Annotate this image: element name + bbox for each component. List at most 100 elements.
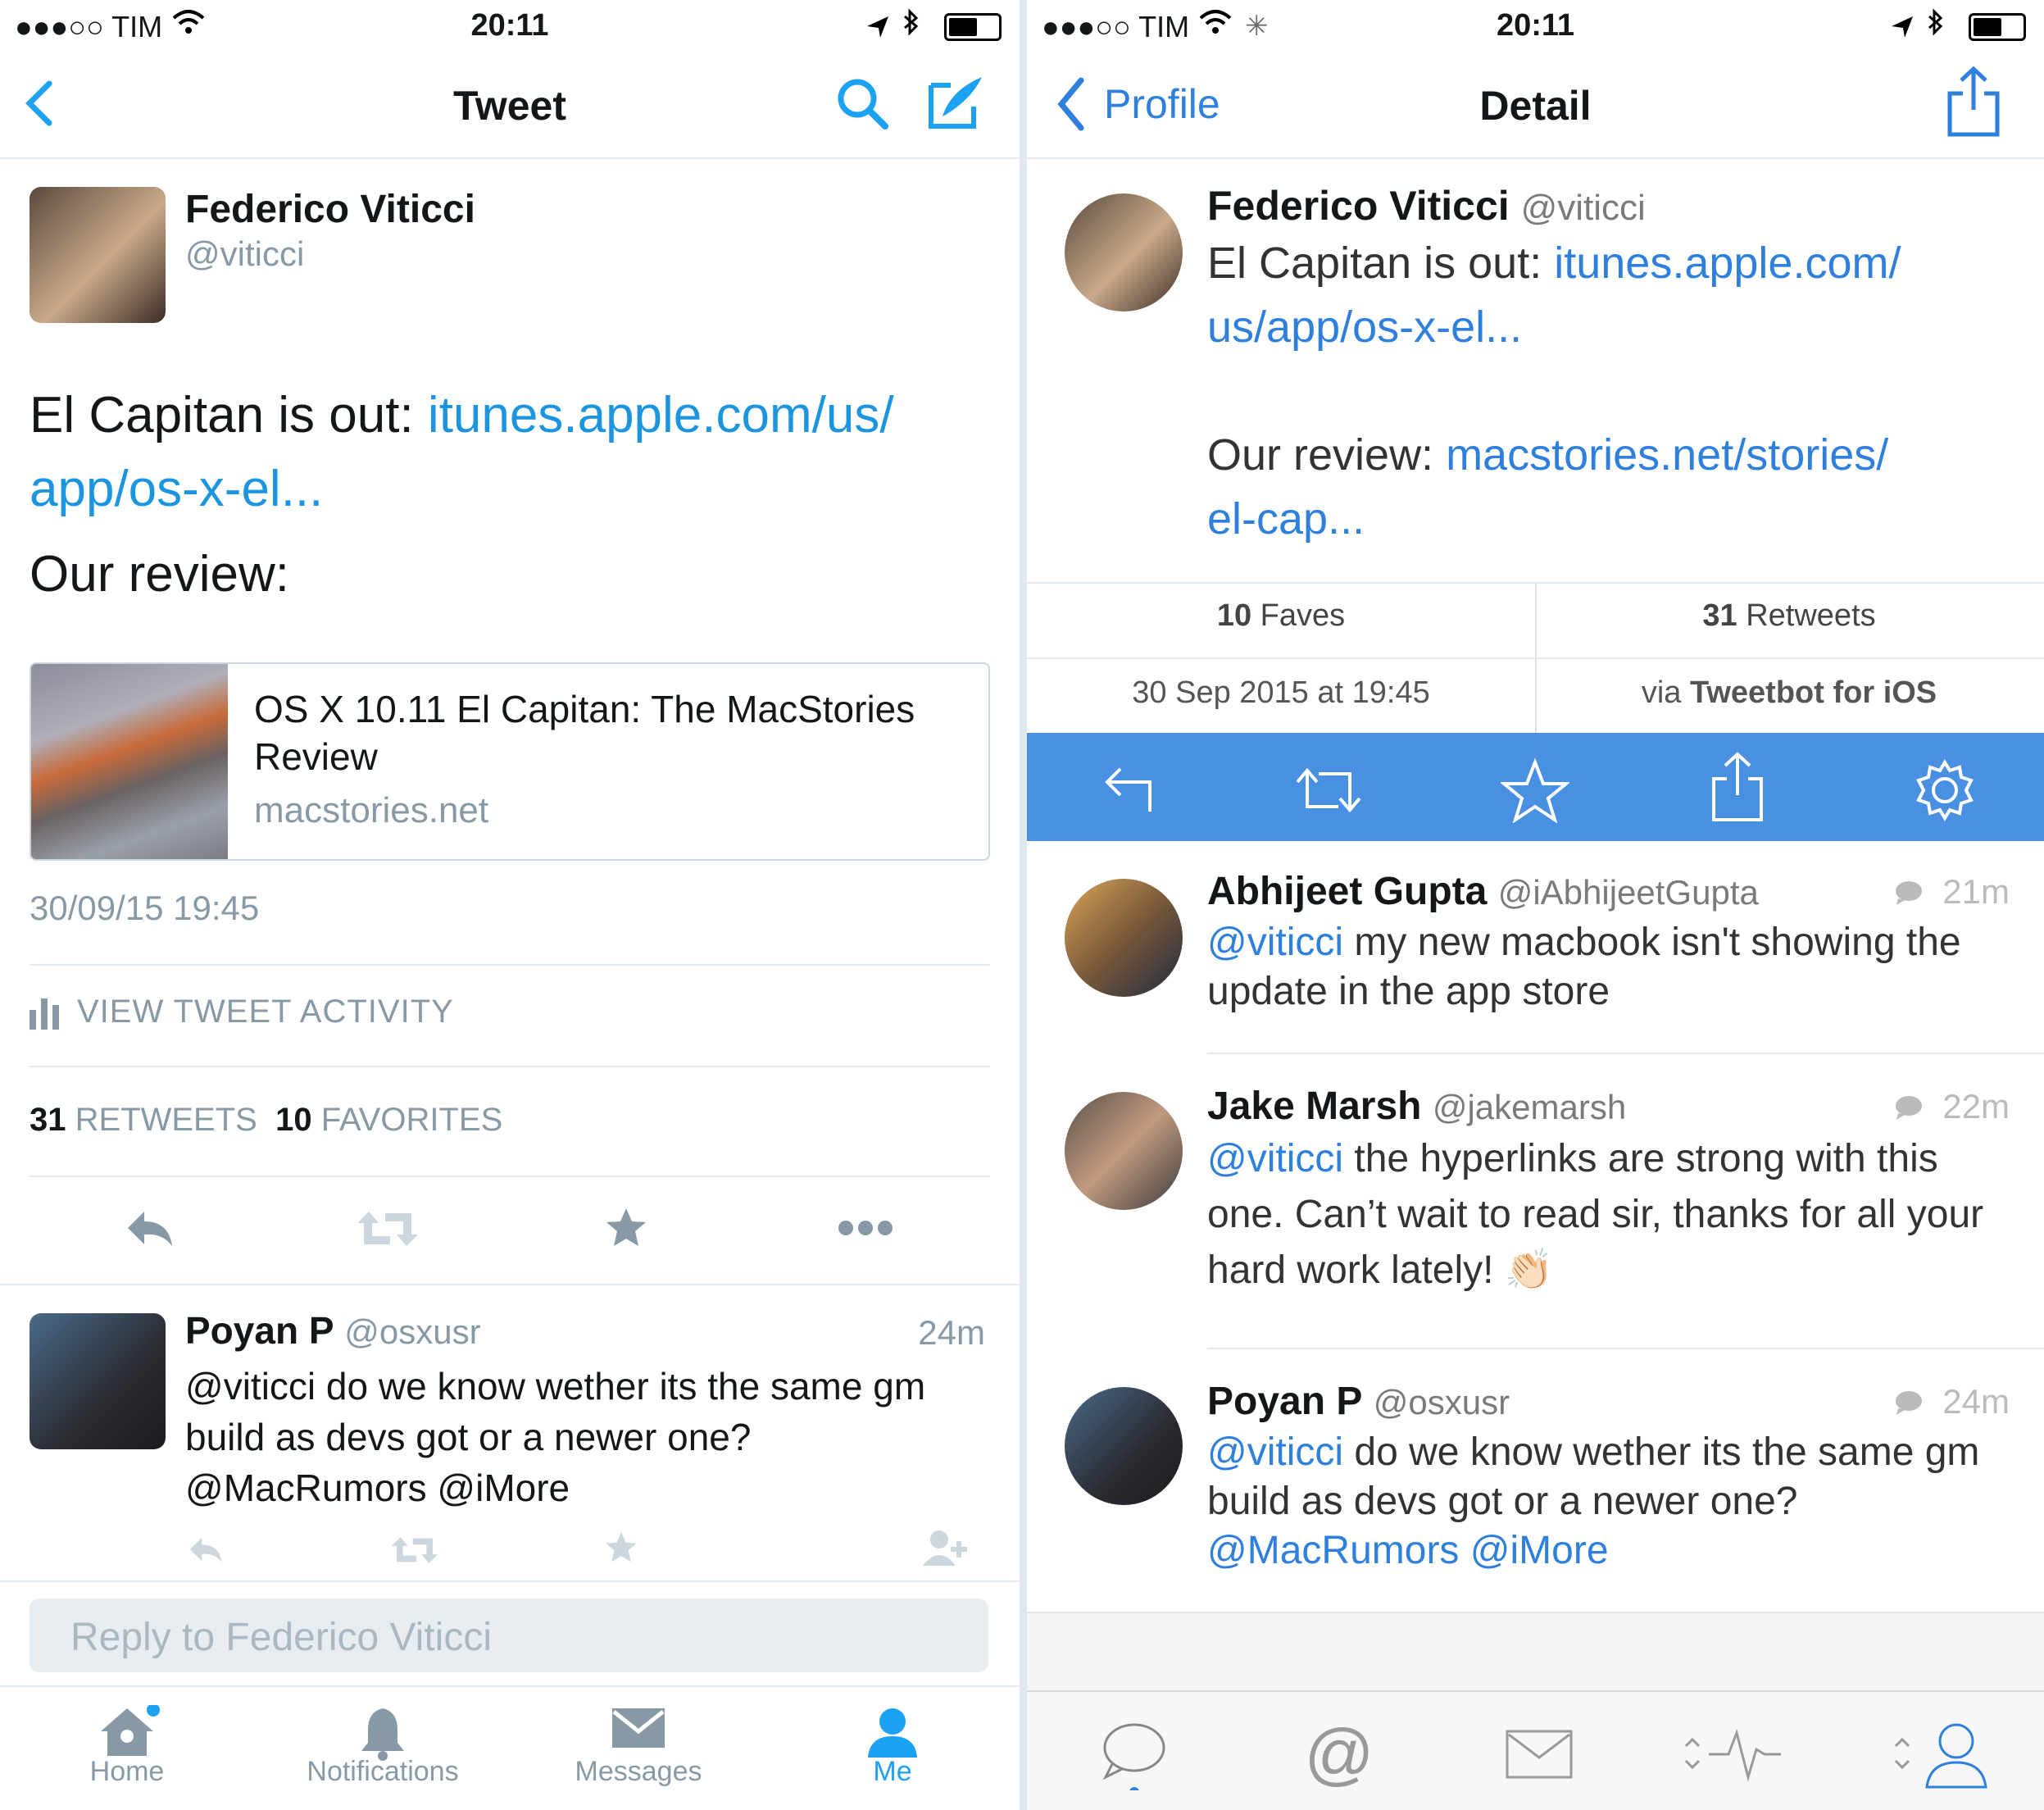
reply-author-name[interactable]: Abhijeet Gupta — [1207, 870, 1487, 913]
timeline-tab-icon[interactable] — [1097, 1717, 1171, 1797]
retweets-label[interactable]: RETWEETS — [75, 1102, 257, 1138]
reply-row[interactable]: Abhijeet Gupta @iAbhijeetGupta 21m @viti… — [1027, 841, 2044, 1054]
reply-avatar[interactable] — [1065, 1387, 1183, 1505]
reply-mention[interactable]: @viticci — [1207, 1430, 1343, 1474]
battery-icon — [1969, 13, 2026, 41]
favorites-count[interactable]: 10 — [275, 1102, 312, 1138]
share-icon[interactable] — [1709, 751, 1774, 821]
compose-icon[interactable] — [926, 74, 987, 135]
reply-time: 22m — [1942, 1087, 2010, 1126]
reply-author-handle[interactable]: @osxusr — [344, 1312, 480, 1351]
tweet-text-prefix: El Capitan is out: — [30, 387, 428, 443]
retweets-count[interactable]: 31 — [30, 1102, 66, 1138]
retweet-icon[interactable] — [1289, 757, 1361, 823]
tweet-text: El Capitan is out: itunes.apple.com/ us/… — [1207, 231, 2027, 551]
author-handle[interactable]: @viticci — [185, 234, 304, 274]
reply-header: Poyan P @osxusr — [185, 1308, 481, 1353]
tweet-link[interactable]: itunes.apple.com/ — [1554, 239, 1901, 288]
gear-icon[interactable] — [1912, 757, 1978, 823]
divider — [30, 1066, 990, 1067]
retweet-small-icon[interactable] — [392, 1535, 438, 1570]
author-name[interactable]: Federico Viticci — [185, 187, 475, 232]
search-icon[interactable] — [834, 75, 892, 137]
tweet-timestamp: 30/09/15 19:45 — [30, 889, 260, 927]
card-title: OS X 10.11 El Capitan: The MacStories Re… — [254, 688, 915, 778]
author-header: Federico Viticci @viticci — [1207, 182, 1646, 230]
reply-small-icon[interactable] — [187, 1533, 226, 1570]
profile-tab-icon[interactable] — [1889, 1717, 1996, 1790]
favorite-small-icon[interactable] — [603, 1530, 639, 1570]
reply-author-handle[interactable]: @osxusr — [1374, 1383, 1510, 1421]
reply-row[interactable]: Jake Marsh @jakemarsh 22m @viticci the h… — [1027, 1054, 2044, 1349]
reply-avatar[interactable] — [1065, 879, 1183, 997]
tweet-link-cont[interactable]: us/app/os-x-el... — [1207, 295, 2027, 359]
follow-icon[interactable] — [923, 1528, 972, 1571]
tweet-stats: 31 RETWEETS 10 FAVORITES — [30, 1102, 502, 1139]
share-icon[interactable] — [1945, 66, 2002, 143]
divider — [30, 964, 990, 966]
reply-author-name[interactable]: Poyan P — [185, 1309, 334, 1352]
view-tweet-activity-link[interactable]: VIEW TWEET ACTIVITY — [77, 994, 454, 1030]
location-bluetooth-icons — [864, 8, 929, 48]
reply-avatar[interactable] — [30, 1313, 166, 1449]
status-bar: ●●●○○ TIM ✳ 20:11 — [1027, 0, 2044, 51]
reply-author-name[interactable]: Jake Marsh — [1207, 1085, 1422, 1128]
via-prefix: via — [1641, 675, 1690, 710]
reply-mention[interactable]: @viticci — [1207, 1137, 1343, 1180]
tab-bar: Home Notifications Messages Me — [0, 1685, 1020, 1810]
reply-input[interactable]: Reply to Federico Viticci — [30, 1599, 988, 1672]
divider — [1027, 657, 2044, 659]
nav-bar: Tweet — [0, 51, 1020, 159]
retweets-stat[interactable]: 31 Retweets — [1535, 598, 2043, 634]
tweet-date: 30 Sep 2015 at 19:45 — [1132, 675, 1430, 710]
home-icon — [25, 1703, 229, 1762]
reply-icon[interactable] — [1101, 757, 1166, 823]
link-card[interactable]: OS X 10.11 El Capitan: The MacStories Re… — [30, 662, 990, 861]
page-title: Detail — [1479, 83, 1592, 129]
tweet-text: El Capitan is out: itunes.apple.com/us/ … — [30, 379, 997, 612]
mentions-tab-icon[interactable]: @ — [1302, 1717, 1376, 1790]
favorite-star-icon[interactable] — [1499, 757, 1571, 824]
author-name[interactable]: Federico Viticci — [1207, 183, 1510, 229]
card-domain: macstories.net — [254, 790, 489, 830]
activity-tab-icon[interactable] — [1679, 1717, 1786, 1790]
reply-header: Jake Marsh @jakemarsh — [1207, 1084, 1626, 1129]
reply-mention[interactable]: @viticci — [1207, 921, 1343, 964]
messages-tab-icon[interactable] — [1502, 1717, 1576, 1790]
favorites-label[interactable]: FAVORITES — [321, 1102, 503, 1138]
tweet-review-prefix: Our review: — [1207, 430, 1447, 480]
reply-author-handle[interactable]: @iAbhijeetGupta — [1498, 873, 1759, 912]
bar-chart-icon — [30, 994, 62, 1034]
favorite-star-icon[interactable] — [603, 1205, 649, 1255]
author-avatar[interactable] — [1065, 193, 1183, 312]
review-link[interactable]: macstories.net/stories/ — [1446, 430, 1888, 480]
review-link-cont[interactable]: el-cap... — [1207, 487, 2027, 551]
tab-home-label: Home — [89, 1756, 165, 1787]
reply-text: @viticci the hyperlinks are strong with … — [1207, 1131, 2019, 1298]
reply-avatar[interactable] — [1065, 1092, 1183, 1210]
retweets-label: Retweets — [1746, 598, 1876, 633]
tweet-link-cont[interactable]: app/os-x-el... — [30, 452, 997, 526]
faves-stat[interactable]: 10 Faves — [1027, 598, 1535, 634]
tab-me-label: Me — [873, 1756, 912, 1787]
divider — [0, 1580, 1020, 1582]
reply-time: 24m — [1942, 1382, 2010, 1421]
battery-icon — [944, 13, 1002, 41]
reply-author-name[interactable]: Poyan P — [1207, 1380, 1362, 1423]
tweet-via[interactable]: via Tweetbot for iOS — [1535, 675, 2043, 711]
reply-author-handle[interactable]: @jakemarsh — [1433, 1088, 1626, 1126]
conversation-bubble-icon — [1895, 1095, 1923, 1124]
tweet-text-prefix: El Capitan is out: — [1207, 239, 1555, 288]
faves-label: Faves — [1260, 598, 1346, 633]
pane-divider — [1020, 0, 1027, 1810]
author-avatar[interactable] — [30, 187, 166, 323]
author-handle[interactable]: @viticci — [1521, 188, 1646, 228]
reply-mentions[interactable]: @MacRumors @iMore — [1207, 1526, 2019, 1576]
more-icon[interactable] — [838, 1218, 893, 1242]
reply-text: @viticci do we know wether its the same … — [185, 1365, 926, 1509]
reply-row[interactable]: Poyan P @osxusr 24m @viticci do we know … — [1027, 1349, 2044, 1612]
location-bluetooth-icons — [1888, 8, 1954, 48]
retweet-icon[interactable] — [357, 1208, 418, 1253]
tweet-link[interactable]: itunes.apple.com/us/ — [428, 387, 894, 443]
reply-icon[interactable] — [125, 1205, 177, 1255]
